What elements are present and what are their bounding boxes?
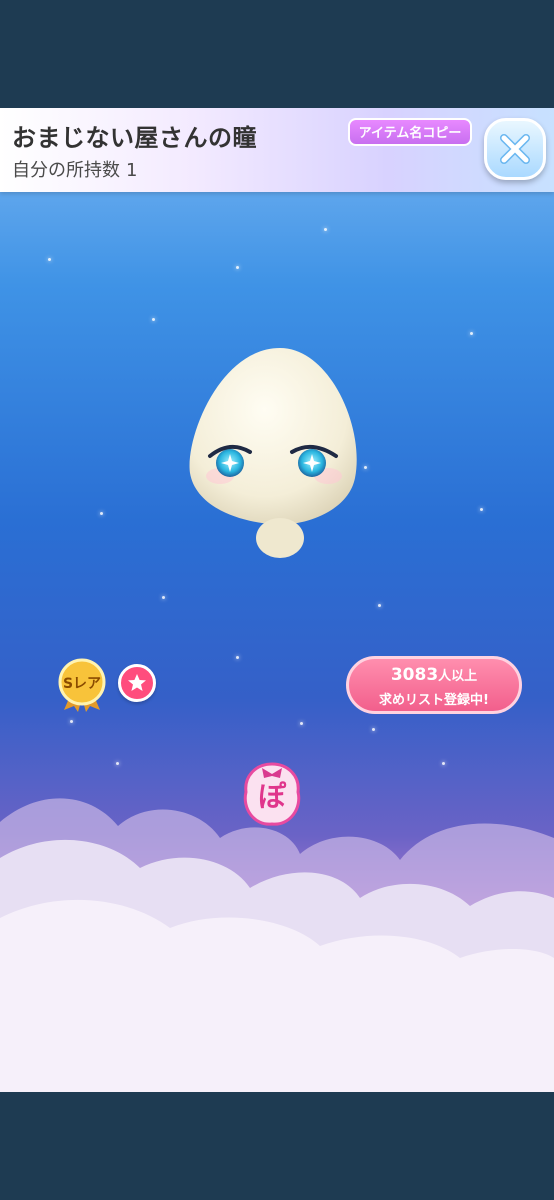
sparkle bbox=[378, 604, 381, 607]
copy-item-name-button[interactable]: アイテム名コピー bbox=[348, 118, 472, 146]
want-count: 3083 bbox=[390, 665, 439, 685]
item-header: おまじない屋さんの瞳 自分の所持数 1 アイテム名コピー bbox=[0, 108, 554, 192]
sparkle bbox=[100, 512, 103, 515]
want-list-badge: 3083人以上 求めリスト登録中! bbox=[346, 656, 522, 714]
sparkle bbox=[480, 508, 483, 511]
sparkle bbox=[48, 258, 51, 261]
top-frame bbox=[0, 0, 554, 108]
rarity-badge: Sレア bbox=[58, 658, 106, 712]
close-icon bbox=[500, 134, 530, 164]
owned-count-row: 自分の所持数 1 bbox=[12, 156, 137, 182]
sparkle bbox=[442, 762, 445, 765]
item-image bbox=[189, 348, 357, 558]
bottom-frame bbox=[0, 1092, 554, 1200]
want-text: 求めリスト登録中! bbox=[379, 693, 489, 708]
sparkle bbox=[470, 332, 473, 335]
owned-label: 自分の所持数 bbox=[12, 160, 120, 181]
item-title: おまじない屋さんの瞳 bbox=[12, 124, 257, 152]
sparkle bbox=[116, 762, 119, 765]
sparkle bbox=[300, 722, 303, 725]
favorite-button[interactable] bbox=[118, 664, 156, 702]
owned-count: 1 bbox=[126, 160, 138, 181]
sparkle bbox=[152, 318, 155, 321]
sparkle bbox=[372, 728, 375, 731]
star-icon bbox=[128, 674, 146, 691]
sparkle bbox=[236, 266, 239, 269]
rarity-label: Sレア bbox=[63, 676, 101, 692]
close-button[interactable] bbox=[484, 118, 546, 180]
sparkle bbox=[236, 656, 239, 659]
want-suffix: 人以上 bbox=[438, 669, 478, 684]
pokecolo-logo: ぽ bbox=[243, 762, 301, 826]
sparkle bbox=[162, 596, 165, 599]
item-detail-stage: おまじない屋さんの瞳 自分の所持数 1 アイテム名コピー Sレア 3083人以上… bbox=[0, 108, 554, 1092]
sparkle bbox=[324, 228, 327, 231]
sparkle bbox=[70, 720, 73, 723]
logo-text: ぽ bbox=[258, 780, 287, 813]
